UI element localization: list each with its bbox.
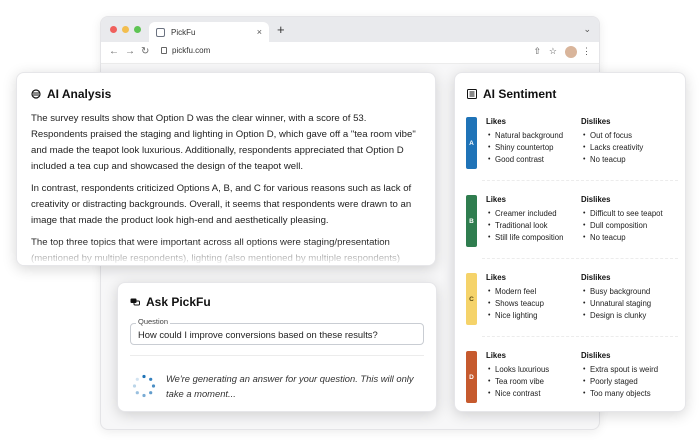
like-item: Shows teacup bbox=[486, 298, 544, 310]
divider bbox=[130, 355, 424, 356]
back-icon[interactable]: ← bbox=[109, 46, 119, 57]
window-controls bbox=[110, 26, 141, 33]
ask-pickfu-title: Ask PickFu bbox=[146, 295, 211, 309]
question-label: Question bbox=[136, 317, 171, 326]
sentiment-row-c: C Likes Modern feel Shows teacup Nice li… bbox=[466, 273, 678, 343]
analysis-paragraph: In contrast, respondents criticized Opti… bbox=[31, 183, 412, 226]
tab-strip: PickFu × + ⌄ bbox=[101, 17, 599, 42]
share-icon[interactable]: ⇧ bbox=[533, 46, 541, 57]
likes-column: Likes Creamer included Traditional look … bbox=[486, 195, 563, 244]
list-icon bbox=[467, 89, 477, 99]
dislikes-heading: Dislikes bbox=[581, 351, 611, 360]
sentiment-row-b: B Likes Creamer included Traditional loo… bbox=[466, 195, 678, 265]
dislikes-column: Dislikes Extra spout is weird Poorly sta… bbox=[581, 351, 658, 400]
more-menu-icon[interactable]: ⋮ bbox=[582, 46, 591, 57]
favicon-icon bbox=[156, 27, 165, 37]
sentiment-row-a: A Likes Natural background Shiny counter… bbox=[466, 117, 678, 187]
likes-column: Likes Looks luxurious Tea room vibe Nice… bbox=[486, 351, 549, 400]
loading-spinner-icon bbox=[132, 374, 156, 398]
ai-analysis-header: AI Analysis bbox=[31, 87, 421, 101]
like-item: Nice lighting bbox=[486, 310, 544, 322]
tab-title: PickFu bbox=[171, 27, 196, 37]
dislike-item: Busy background bbox=[581, 286, 651, 298]
question-input[interactable]: How could I improve conversions based on… bbox=[130, 323, 424, 345]
minimize-window-button[interactable] bbox=[122, 26, 129, 33]
reload-icon[interactable]: ↻ bbox=[141, 46, 149, 57]
dislike-item: Unnatural staging bbox=[581, 298, 651, 310]
text-fade-overlay bbox=[17, 241, 435, 265]
dislikes-heading: Dislikes bbox=[581, 273, 611, 282]
option-tag: D bbox=[466, 351, 477, 403]
ask-pickfu-header: Ask PickFu bbox=[130, 295, 424, 309]
dislike-item: No teacup bbox=[581, 232, 663, 244]
like-item: Nice contrast bbox=[486, 388, 549, 400]
analysis-paragraph: The survey results show that Option D wa… bbox=[31, 113, 416, 172]
new-tab-button[interactable]: + bbox=[277, 22, 285, 37]
forward-icon[interactable]: → bbox=[125, 46, 135, 57]
address-bar[interactable]: pickfu.com bbox=[161, 46, 210, 55]
like-item: Still life composition bbox=[486, 232, 563, 244]
option-tag: B bbox=[466, 195, 477, 247]
dislike-item: Extra spout is weird bbox=[581, 364, 658, 376]
sentiment-row-d: D Likes Looks luxurious Tea room vibe Ni… bbox=[466, 351, 678, 421]
close-window-button[interactable] bbox=[110, 26, 117, 33]
dislikes-heading: Dislikes bbox=[581, 195, 611, 204]
likes-heading: Likes bbox=[486, 195, 506, 204]
tab-list-chevron-icon[interactable]: ⌄ bbox=[583, 24, 591, 35]
option-tag: C bbox=[466, 273, 477, 325]
row-divider bbox=[482, 180, 678, 181]
ai-sentiment-header: AI Sentiment bbox=[467, 87, 673, 101]
ai-sentiment-card: AI Sentiment A Likes Natural background … bbox=[454, 72, 686, 412]
dislike-item: Difficult to see teapot bbox=[581, 208, 663, 220]
chat-icon bbox=[130, 298, 140, 306]
row-divider bbox=[482, 258, 678, 259]
generating-message: We're generating an answer for your ques… bbox=[166, 373, 414, 399]
dislikes-column: Dislikes Difficult to see teapot Dull co… bbox=[581, 195, 663, 244]
tab-close-icon[interactable]: × bbox=[257, 27, 262, 37]
dislike-item: Too many objects bbox=[581, 388, 658, 400]
dislike-item: Design is clunky bbox=[581, 310, 651, 322]
like-item: Natural background bbox=[486, 130, 563, 142]
like-item: Good contrast bbox=[486, 154, 563, 166]
brain-icon bbox=[31, 89, 41, 99]
likes-heading: Likes bbox=[486, 273, 506, 282]
likes-heading: Likes bbox=[486, 117, 506, 126]
dislike-item: No teacup bbox=[581, 154, 643, 166]
ai-analysis-title: AI Analysis bbox=[47, 87, 112, 101]
bookmark-star-icon[interactable]: ☆ bbox=[549, 46, 557, 57]
url-text: pickfu.com bbox=[172, 46, 211, 55]
row-divider bbox=[482, 336, 678, 337]
lock-icon bbox=[161, 47, 167, 54]
like-item: Modern feel bbox=[486, 286, 544, 298]
browser-tab[interactable]: PickFu × bbox=[149, 22, 269, 42]
like-item: Creamer included bbox=[486, 208, 563, 220]
dislike-item: Dull composition bbox=[581, 220, 663, 232]
maximize-window-button[interactable] bbox=[134, 26, 141, 33]
likes-column: Likes Modern feel Shows teacup Nice ligh… bbox=[486, 273, 544, 322]
like-item: Tea room vibe bbox=[486, 376, 549, 388]
ai-analysis-card: AI Analysis The survey results show that… bbox=[16, 72, 436, 266]
dislike-item: Lacks creativity bbox=[581, 142, 643, 154]
dislikes-heading: Dislikes bbox=[581, 117, 611, 126]
likes-column: Likes Natural background Shiny counterto… bbox=[486, 117, 563, 166]
dislike-item: Poorly staged bbox=[581, 376, 658, 388]
dislikes-column: Dislikes Out of focus Lacks creativity N… bbox=[581, 117, 643, 166]
dislike-item: Out of focus bbox=[581, 130, 643, 142]
ask-pickfu-card: Ask PickFu How could I improve conversio… bbox=[117, 282, 437, 412]
profile-avatar[interactable] bbox=[565, 46, 577, 58]
option-tag: A bbox=[466, 117, 477, 169]
like-item: Shiny countertop bbox=[486, 142, 563, 154]
browser-toolbar: ← → ↻ pickfu.com ⇧ ☆ ⋮ bbox=[101, 42, 599, 64]
dislikes-column: Dislikes Busy background Unnatural stagi… bbox=[581, 273, 651, 322]
like-item: Looks luxurious bbox=[486, 364, 549, 376]
question-input-value: How could I improve conversions based on… bbox=[138, 328, 378, 340]
likes-heading: Likes bbox=[486, 351, 506, 360]
like-item: Traditional look bbox=[486, 220, 563, 232]
ai-sentiment-title: AI Sentiment bbox=[483, 87, 557, 101]
